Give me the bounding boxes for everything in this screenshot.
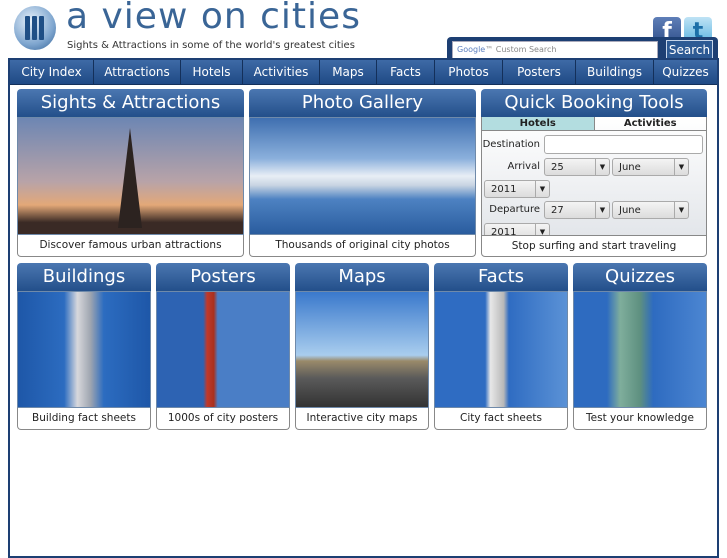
chevron-down-icon: ▼ [595, 202, 609, 218]
panel-title[interactable]: Sights & Attractions [17, 89, 244, 117]
nav-posters[interactable]: Posters [503, 60, 576, 84]
chevron-down-icon: ▼ [535, 181, 549, 197]
chevron-down-icon: ▼ [674, 202, 688, 218]
arrival-day-select[interactable]: 25 ▼ [544, 158, 610, 176]
site-tagline: Sights & Attractions in some of the worl… [67, 40, 355, 51]
panel-caption[interactable]: Interactive city maps [295, 408, 429, 430]
panel-title[interactable]: Facts [434, 263, 568, 291]
nav-activities[interactable]: Activities [243, 60, 320, 84]
arrival-month-select[interactable]: June ▼ [612, 158, 689, 176]
chevron-down-icon: ▼ [595, 159, 609, 175]
nav-quizzes[interactable]: Quizzes [654, 60, 717, 84]
site-logo[interactable] [14, 6, 56, 50]
washington-monument-image[interactable] [434, 291, 568, 408]
nav-buildings[interactable]: Buildings [576, 60, 654, 84]
nav-city-index[interactable]: City Index [10, 60, 94, 84]
panel-posters[interactable]: Posters 1000s of city posters [156, 263, 290, 430]
panel-title[interactable]: Quizzes [573, 263, 707, 291]
destination-label: Destination [482, 139, 540, 150]
tab-hotels[interactable]: Hotels [482, 117, 595, 130]
arrival-year-select[interactable]: 2011 ▼ [484, 180, 550, 198]
panel-caption[interactable]: Building fact sheets [17, 408, 151, 430]
nav-facts[interactable]: Facts [377, 60, 435, 84]
departure-month-select[interactable]: June ▼ [612, 201, 689, 219]
panel-title[interactable]: Posters [156, 263, 290, 291]
panel-booking: Quick Booking Tools Hotels Activities De… [481, 89, 707, 257]
chevron-down-icon: ▼ [535, 224, 549, 235]
city-of-arts-image[interactable] [249, 117, 476, 235]
panel-caption: Stop surfing and start traveling [481, 235, 707, 257]
road-image[interactable] [295, 291, 429, 408]
panel-caption[interactable]: Thousands of original city photos [249, 235, 476, 257]
chevron-down-icon: ▼ [674, 159, 688, 175]
panel-photo-gallery[interactable]: Photo Gallery Thousands of original city… [249, 89, 476, 257]
panel-maps[interactable]: Maps Interactive city maps [295, 263, 429, 430]
departure-year-select[interactable]: 2011 ▼ [484, 223, 550, 235]
google-logo: Google [457, 45, 486, 54]
nav-attractions[interactable]: Attractions [94, 60, 181, 84]
departure-day-select[interactable]: 27 ▼ [544, 201, 610, 219]
eiffel-tower-image[interactable] [17, 117, 244, 235]
panel-title: Quick Booking Tools [481, 89, 707, 117]
booking-form: Hotels Activities Destination Arrival 25… [481, 117, 707, 235]
chrysler-building-image[interactable] [17, 291, 151, 408]
search-input[interactable]: Google™ Custom Search [452, 41, 658, 59]
nav-hotels[interactable]: Hotels [181, 60, 243, 84]
panel-sights[interactable]: Sights & Attractions Discover famous urb… [17, 89, 244, 257]
departure-label: Departure [489, 204, 540, 215]
destination-input[interactable] [544, 135, 703, 154]
tab-activities[interactable]: Activities [595, 117, 707, 130]
site-title[interactable]: a view on cities [66, 0, 361, 37]
panel-quizzes[interactable]: Quizzes Test your knowledge [573, 263, 707, 430]
panel-title[interactable]: Buildings [17, 263, 151, 291]
panel-facts[interactable]: Facts City fact sheets [434, 263, 568, 430]
panel-caption[interactable]: City fact sheets [434, 408, 568, 430]
panel-caption[interactable]: Test your knowledge [573, 408, 707, 430]
panel-title[interactable]: Maps [295, 263, 429, 291]
panel-buildings[interactable]: Buildings Building fact sheets [17, 263, 151, 430]
panel-title[interactable]: Photo Gallery [249, 89, 476, 117]
nav-maps[interactable]: Maps [320, 60, 377, 84]
main-nav: City Index Attractions Hotels Activities… [10, 60, 717, 85]
statue-of-liberty-image[interactable] [573, 291, 707, 408]
nav-photos[interactable]: Photos [435, 60, 503, 84]
arrival-label: Arrival [507, 161, 541, 172]
panel-caption[interactable]: Discover famous urban attractions [17, 235, 244, 257]
panel-caption[interactable]: 1000s of city posters [156, 408, 290, 430]
golden-gate-image[interactable] [156, 291, 290, 408]
